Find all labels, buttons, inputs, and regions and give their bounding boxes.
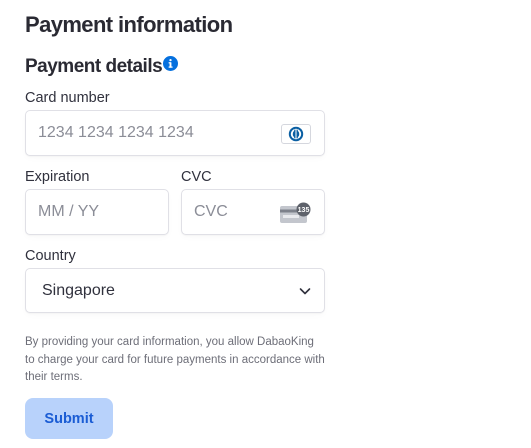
payment-page: Payment information Payment details Card… xyxy=(0,0,531,448)
card-number-field[interactable] xyxy=(25,110,325,156)
country-label: Country xyxy=(25,248,76,264)
country-selected-value: Singapore xyxy=(42,281,115,299)
payment-details-title: Payment details xyxy=(25,56,163,77)
expiration-label: Expiration xyxy=(25,169,90,185)
submit-button[interactable]: Submit xyxy=(25,398,113,439)
expiration-field[interactable] xyxy=(25,189,169,235)
terms-disclaimer: By providing your card information, you … xyxy=(25,336,325,383)
page-title: Payment information xyxy=(25,12,233,37)
diners-club-icon xyxy=(281,124,311,144)
chevron-down-icon xyxy=(299,288,311,295)
cvc-input[interactable] xyxy=(194,190,276,234)
country-select[interactable]: Singapore xyxy=(25,268,325,313)
card-number-label: Card number xyxy=(25,90,110,106)
cvc-icon-digits: 135 xyxy=(298,207,310,214)
cvc-label: CVC xyxy=(181,169,212,185)
expiration-input[interactable] xyxy=(38,190,156,234)
card-number-input[interactable] xyxy=(38,111,276,155)
cvc-card-icon: 135 xyxy=(280,202,311,223)
info-circle-icon[interactable] xyxy=(163,56,179,71)
cvc-field[interactable]: 135 xyxy=(181,189,325,235)
payment-details-heading: Payment details xyxy=(25,54,179,80)
